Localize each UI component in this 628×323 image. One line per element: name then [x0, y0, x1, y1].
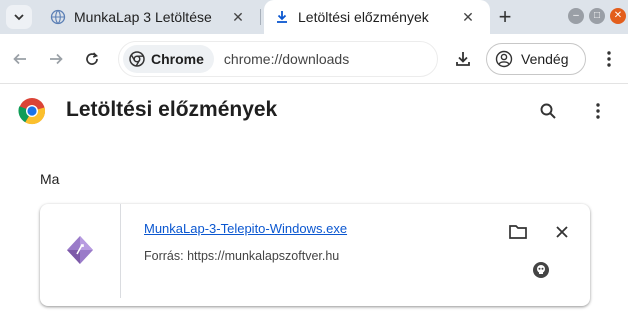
tab-munkalap-download[interactable]: MunkaLap 3 Letöltése ✕	[40, 0, 260, 34]
folder-icon	[509, 225, 527, 239]
remove-download-button[interactable]	[550, 220, 574, 244]
back-arrow-icon	[13, 53, 26, 65]
browser-toolbar: Chrome chrome://downloads Vendég	[0, 34, 628, 84]
download-icon	[277, 11, 287, 23]
address-bar[interactable]: Chrome chrome://downloads	[118, 41, 438, 77]
globe-icon	[50, 9, 66, 25]
browser-menu-button[interactable]	[597, 47, 621, 71]
download-icon	[456, 52, 470, 66]
card-divider	[120, 204, 121, 298]
profile-button[interactable]: Vendég	[486, 43, 586, 75]
tab-close-icon[interactable]: ✕	[460, 9, 476, 25]
show-in-folder-button[interactable]	[506, 220, 530, 244]
new-tab-button[interactable]: +	[492, 4, 518, 30]
tab-title: Letöltési előzmények	[298, 9, 429, 25]
chrome-icon	[129, 51, 145, 67]
minimize-icon[interactable]: –	[568, 8, 584, 24]
site-info-chip[interactable]: Chrome	[123, 45, 214, 73]
url-text: chrome://downloads	[223, 51, 350, 67]
tab-close-icon[interactable]: ✕	[230, 9, 246, 25]
tab-separator	[260, 9, 261, 25]
download-warning-button[interactable]	[529, 258, 553, 282]
date-group-label: Ma	[40, 171, 60, 187]
more-vert-icon	[596, 103, 600, 119]
tab-search-button[interactable]	[6, 5, 32, 29]
more-vert-icon	[607, 51, 611, 67]
search-downloads-button[interactable]	[536, 99, 560, 123]
downloaded-file-link[interactable]: MunkaLap-3-Telepito-Windows.exe	[144, 221, 347, 236]
downloads-menu-button[interactable]	[586, 99, 610, 123]
tab-title: MunkaLap 3 Letöltése	[74, 9, 212, 25]
page-title: Letöltési előzmények	[66, 98, 278, 121]
chrome-logo-icon	[18, 98, 46, 125]
maximize-icon[interactable]: □	[589, 8, 605, 24]
source-prefix: Forrás:	[144, 249, 184, 263]
profile-icon	[495, 50, 513, 68]
executable-file-icon	[67, 236, 93, 264]
reload-icon	[86, 52, 99, 65]
downloads-page-header: Letöltési előzmények	[0, 84, 628, 138]
forward-arrow-icon	[50, 53, 63, 65]
close-icon	[556, 226, 568, 238]
chip-label: Chrome	[151, 51, 204, 67]
tab-download-history[interactable]: Letöltési előzmények ✕	[264, 0, 490, 34]
back-button[interactable]	[8, 47, 32, 71]
search-icon	[540, 103, 556, 119]
download-item-card: MunkaLap-3-Telepito-Windows.exe Forrás: …	[40, 204, 590, 306]
chevron-down-icon	[14, 14, 24, 21]
window-close-icon[interactable]: ✕	[610, 8, 626, 24]
downloads-button[interactable]	[451, 47, 475, 71]
forward-button[interactable]	[44, 47, 68, 71]
tab-strip: MunkaLap 3 Letöltése ✕ Letöltési előzmén…	[0, 0, 628, 34]
profile-label: Vendég	[521, 51, 569, 67]
reload-button[interactable]	[80, 47, 104, 71]
download-source: Forrás: https://munkalapszoftver.hu	[144, 249, 339, 263]
source-url: https://munkalapszoftver.hu	[187, 249, 340, 263]
skull-icon	[533, 262, 549, 278]
